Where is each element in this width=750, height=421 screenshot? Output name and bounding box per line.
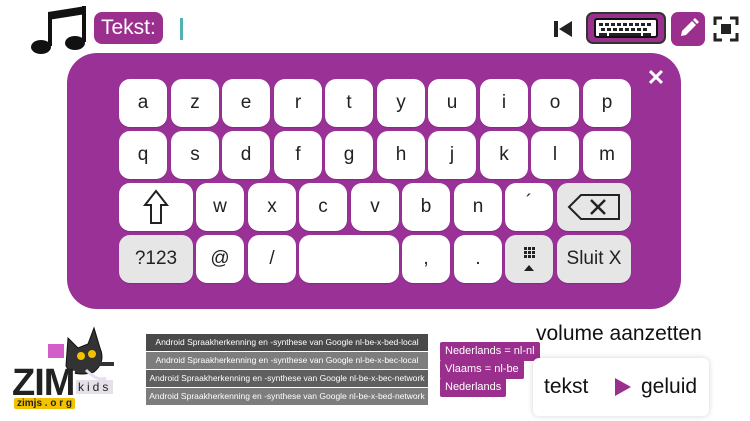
text-input-cursor[interactable] — [180, 18, 183, 40]
sound-output-label[interactable]: geluid — [641, 375, 697, 399]
close-keyboard-key[interactable]: Sluit X — [557, 235, 631, 283]
music-notes-icon — [31, 6, 86, 54]
key-k[interactable]: k — [480, 131, 528, 179]
key-r[interactable]: r — [274, 79, 322, 127]
space-key[interactable] — [299, 235, 399, 283]
key-l[interactable]: l — [531, 131, 579, 179]
shift-icon — [142, 189, 170, 224]
pencil-icon — [681, 18, 699, 36]
output-toggle[interactable]: tekst geluid — [533, 358, 709, 416]
logo-letters: kids — [76, 380, 114, 394]
key-f[interactable]: f — [274, 131, 322, 179]
voice-option[interactable]: Android Spraakherkenning en -synthese va… — [146, 388, 428, 405]
key-w[interactable]: w — [196, 183, 244, 231]
keyboard-keys-grid — [599, 23, 651, 36]
key-c[interactable]: c — [299, 183, 347, 231]
key-u[interactable]: u — [428, 79, 476, 127]
key-p[interactable]: p — [583, 79, 631, 127]
voice-option[interactable]: Android Spraakherkenning en -synthese va… — [146, 352, 428, 369]
shift-key[interactable] — [119, 183, 193, 231]
key-period[interactable]: . — [454, 235, 502, 283]
key-comma[interactable]: , — [402, 235, 450, 283]
language-option[interactable]: Vlaams = nl-be — [440, 360, 524, 379]
zim-kids-logo: ZIM kids zimjs . o r g — [8, 322, 124, 416]
key-q[interactable]: q — [119, 131, 167, 179]
text-label: Tekst: — [94, 12, 163, 44]
backspace-icon — [567, 194, 620, 220]
key-i[interactable]: i — [480, 79, 528, 127]
key-e[interactable]: e — [222, 79, 270, 127]
key-s[interactable]: s — [171, 131, 219, 179]
language-option[interactable]: Nederlands — [440, 378, 507, 397]
key-at[interactable]: @ — [196, 235, 244, 283]
voice-list: Android Spraakherkenning en -synthese va… — [146, 334, 428, 406]
voice-option[interactable]: Android Spraakherkenning en -synthese va… — [146, 370, 428, 387]
key-g[interactable]: g — [325, 131, 373, 179]
volume-label[interactable]: volume aanzetten — [536, 322, 702, 346]
key-j[interactable]: j — [428, 131, 476, 179]
key-t[interactable]: t — [325, 79, 373, 127]
keypad-icon — [524, 247, 535, 271]
key-n[interactable]: n — [454, 183, 502, 231]
keypad-key[interactable] — [505, 235, 553, 283]
key-h[interactable]: h — [377, 131, 425, 179]
skip-back-icon[interactable] — [552, 18, 574, 40]
key-a[interactable]: a — [119, 79, 167, 127]
numbers-key[interactable]: ?123 — [119, 235, 193, 283]
play-icon[interactable] — [615, 378, 631, 396]
fullscreen-icon[interactable] — [713, 16, 739, 42]
key-d[interactable]: d — [222, 131, 270, 179]
key-y[interactable]: y — [377, 79, 425, 127]
key-x[interactable]: x — [248, 183, 296, 231]
key-o[interactable]: o — [531, 79, 579, 127]
close-icon[interactable]: ✕ — [646, 66, 666, 90]
voice-option[interactable]: Android Spraakherkenning en -synthese va… — [146, 334, 428, 351]
key-v[interactable]: v — [351, 183, 399, 231]
key-acute[interactable]: ´ — [505, 183, 553, 231]
logo-tld: zimjs . o r g — [14, 398, 76, 409]
key-z[interactable]: z — [171, 79, 219, 127]
keyboard-toggle-button[interactable] — [586, 12, 666, 44]
text-output-label[interactable]: tekst — [544, 375, 588, 399]
key-b[interactable]: b — [402, 183, 450, 231]
pencil-button[interactable] — [671, 12, 705, 46]
key-m[interactable]: m — [583, 131, 631, 179]
language-option[interactable]: Nederlands = nl-nl — [440, 342, 540, 361]
key-slash[interactable]: / — [248, 235, 296, 283]
backspace-key[interactable] — [557, 183, 631, 231]
keyboard-icon — [594, 18, 658, 38]
